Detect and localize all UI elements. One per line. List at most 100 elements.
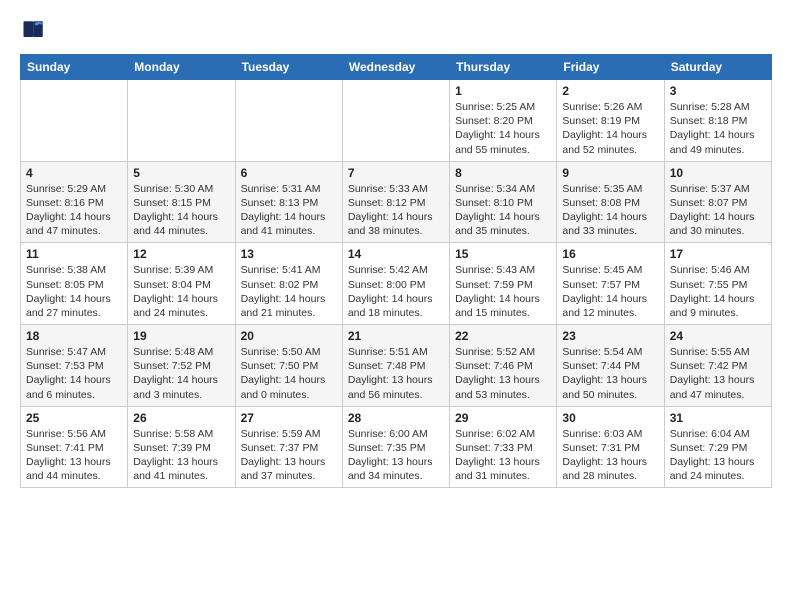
calendar-cell: 23 Sunrise: 5:54 AM Sunset: 7:44 PM Dayli… bbox=[557, 325, 664, 407]
calendar-cell: 21Sunrise: 5:51 AM Sunset: 7:48 PM Dayli… bbox=[342, 325, 449, 407]
day-number: 4 bbox=[26, 166, 122, 180]
day-of-week-row: SundayMondayTuesdayWednesdayThursdayFrid… bbox=[21, 55, 772, 80]
page: SundayMondayTuesdayWednesdayThursdayFrid… bbox=[0, 0, 792, 500]
week-row-1: 4Sunrise: 5:29 AM Sunset: 8:16 PM Daylig… bbox=[21, 161, 772, 243]
calendar-cell: 12 Sunrise: 5:39 AM Sunset: 8:04 PM Dayli… bbox=[128, 243, 235, 325]
day-of-week-friday: Friday bbox=[557, 55, 664, 80]
day-of-week-thursday: Thursday bbox=[450, 55, 557, 80]
day-info: Sunrise: 5:47 AM Sunset: 7:53 PM Dayligh… bbox=[26, 345, 122, 402]
day-number: 3 bbox=[670, 84, 766, 98]
day-number: 16 bbox=[562, 247, 658, 261]
day-info: Sunrise: 5:34 AM Sunset: 8:10 PM Dayligh… bbox=[455, 182, 551, 239]
day-info: Sunrise: 6:00 AM Sunset: 7:35 PM Dayligh… bbox=[348, 427, 444, 484]
day-of-week-wednesday: Wednesday bbox=[342, 55, 449, 80]
week-row-3: 18 Sunrise: 5:47 AM Sunset: 7:53 PM Dayli… bbox=[21, 325, 772, 407]
day-info: Sunrise: 5:51 AM Sunset: 7:48 PM Dayligh… bbox=[348, 345, 444, 402]
calendar-cell: 5Sunrise: 5:30 AM Sunset: 8:15 PM Daylig… bbox=[128, 161, 235, 243]
calendar-cell: 15 Sunrise: 5:43 AM Sunset: 7:59 PM Dayli… bbox=[450, 243, 557, 325]
day-info: Sunrise: 5:46 AM Sunset: 7:55 PM Dayligh… bbox=[670, 263, 766, 320]
day-info: Sunrise: 5:45 AM Sunset: 7:57 PM Dayligh… bbox=[562, 263, 658, 320]
day-info: Sunrise: 5:30 AM Sunset: 8:15 PM Dayligh… bbox=[133, 182, 229, 239]
day-info: Sunrise: 6:04 AM Sunset: 7:29 PM Dayligh… bbox=[670, 427, 766, 484]
week-row-4: 25 Sunrise: 5:56 AM Sunset: 7:41 PM Dayli… bbox=[21, 406, 772, 488]
day-info: Sunrise: 5:55 AM Sunset: 7:42 PM Dayligh… bbox=[670, 345, 766, 402]
day-number: 15 bbox=[455, 247, 551, 261]
day-info: Sunrise: 6:03 AM Sunset: 7:31 PM Dayligh… bbox=[562, 427, 658, 484]
day-of-week-sunday: Sunday bbox=[21, 55, 128, 80]
day-number: 22 bbox=[455, 329, 551, 343]
calendar-cell: 25 Sunrise: 5:56 AM Sunset: 7:41 PM Dayli… bbox=[21, 406, 128, 488]
day-info: Sunrise: 5:50 AM Sunset: 7:50 PM Dayligh… bbox=[241, 345, 337, 402]
logo bbox=[20, 16, 52, 44]
day-number: 30 bbox=[562, 411, 658, 425]
day-number: 7 bbox=[348, 166, 444, 180]
calendar-cell: 8 Sunrise: 5:34 AM Sunset: 8:10 PM Daylig… bbox=[450, 161, 557, 243]
day-number: 27 bbox=[241, 411, 337, 425]
day-number: 10 bbox=[670, 166, 766, 180]
calendar-cell bbox=[128, 80, 235, 162]
day-number: 29 bbox=[455, 411, 551, 425]
day-info: Sunrise: 5:33 AM Sunset: 8:12 PM Dayligh… bbox=[348, 182, 444, 239]
day-info: Sunrise: 5:52 AM Sunset: 7:46 PM Dayligh… bbox=[455, 345, 551, 402]
day-info: Sunrise: 5:42 AM Sunset: 8:00 PM Dayligh… bbox=[348, 263, 444, 320]
day-number: 19 bbox=[133, 329, 229, 343]
day-info: Sunrise: 5:31 AM Sunset: 8:13 PM Dayligh… bbox=[241, 182, 337, 239]
calendar-cell: 13Sunrise: 5:41 AM Sunset: 8:02 PM Dayli… bbox=[235, 243, 342, 325]
day-number: 24 bbox=[670, 329, 766, 343]
logo-icon bbox=[20, 16, 48, 44]
calendar-cell bbox=[21, 80, 128, 162]
day-info: Sunrise: 5:25 AM Sunset: 8:20 PM Dayligh… bbox=[455, 100, 551, 157]
day-number: 13 bbox=[241, 247, 337, 261]
day-number: 14 bbox=[348, 247, 444, 261]
day-number: 31 bbox=[670, 411, 766, 425]
calendar-cell: 24 Sunrise: 5:55 AM Sunset: 7:42 PM Dayli… bbox=[664, 325, 771, 407]
header bbox=[20, 16, 772, 44]
calendar-cell: 9 Sunrise: 5:35 AM Sunset: 8:08 PM Daylig… bbox=[557, 161, 664, 243]
calendar-cell: 14 Sunrise: 5:42 AM Sunset: 8:00 PM Dayli… bbox=[342, 243, 449, 325]
week-row-0: 1Sunrise: 5:25 AM Sunset: 8:20 PM Daylig… bbox=[21, 80, 772, 162]
day-number: 26 bbox=[133, 411, 229, 425]
day-number: 8 bbox=[455, 166, 551, 180]
day-number: 11 bbox=[26, 247, 122, 261]
calendar-cell: 18 Sunrise: 5:47 AM Sunset: 7:53 PM Dayli… bbox=[21, 325, 128, 407]
calendar-cell: 11 Sunrise: 5:38 AM Sunset: 8:05 PM Dayli… bbox=[21, 243, 128, 325]
calendar-cell: 19 Sunrise: 5:48 AM Sunset: 7:52 PM Dayli… bbox=[128, 325, 235, 407]
calendar-cell: 30 Sunrise: 6:03 AM Sunset: 7:31 PM Dayli… bbox=[557, 406, 664, 488]
day-number: 28 bbox=[348, 411, 444, 425]
day-info: Sunrise: 5:26 AM Sunset: 8:19 PM Dayligh… bbox=[562, 100, 658, 157]
calendar-cell: 6Sunrise: 5:31 AM Sunset: 8:13 PM Daylig… bbox=[235, 161, 342, 243]
day-number: 20 bbox=[241, 329, 337, 343]
calendar-cell: 29Sunrise: 6:02 AM Sunset: 7:33 PM Dayli… bbox=[450, 406, 557, 488]
calendar-cell bbox=[342, 80, 449, 162]
calendar-cell: 2 Sunrise: 5:26 AM Sunset: 8:19 PM Daylig… bbox=[557, 80, 664, 162]
calendar: SundayMondayTuesdayWednesdayThursdayFrid… bbox=[20, 54, 772, 488]
day-info: Sunrise: 5:54 AM Sunset: 7:44 PM Dayligh… bbox=[562, 345, 658, 402]
calendar-cell: 4Sunrise: 5:29 AM Sunset: 8:16 PM Daylig… bbox=[21, 161, 128, 243]
day-info: Sunrise: 5:39 AM Sunset: 8:04 PM Dayligh… bbox=[133, 263, 229, 320]
day-number: 12 bbox=[133, 247, 229, 261]
calendar-cell: 10 Sunrise: 5:37 AM Sunset: 8:07 PM Dayli… bbox=[664, 161, 771, 243]
day-number: 25 bbox=[26, 411, 122, 425]
day-number: 9 bbox=[562, 166, 658, 180]
day-number: 18 bbox=[26, 329, 122, 343]
day-info: Sunrise: 5:43 AM Sunset: 7:59 PM Dayligh… bbox=[455, 263, 551, 320]
calendar-cell: 28 Sunrise: 6:00 AM Sunset: 7:35 PM Dayli… bbox=[342, 406, 449, 488]
day-info: Sunrise: 5:38 AM Sunset: 8:05 PM Dayligh… bbox=[26, 263, 122, 320]
calendar-cell: 20 Sunrise: 5:50 AM Sunset: 7:50 PM Dayli… bbox=[235, 325, 342, 407]
day-of-week-tuesday: Tuesday bbox=[235, 55, 342, 80]
day-number: 23 bbox=[562, 329, 658, 343]
calendar-cell: 17Sunrise: 5:46 AM Sunset: 7:55 PM Dayli… bbox=[664, 243, 771, 325]
day-info: Sunrise: 5:48 AM Sunset: 7:52 PM Dayligh… bbox=[133, 345, 229, 402]
day-of-week-monday: Monday bbox=[128, 55, 235, 80]
day-info: Sunrise: 5:37 AM Sunset: 8:07 PM Dayligh… bbox=[670, 182, 766, 239]
day-info: Sunrise: 5:58 AM Sunset: 7:39 PM Dayligh… bbox=[133, 427, 229, 484]
day-info: Sunrise: 5:35 AM Sunset: 8:08 PM Dayligh… bbox=[562, 182, 658, 239]
calendar-cell: 27 Sunrise: 5:59 AM Sunset: 7:37 PM Dayli… bbox=[235, 406, 342, 488]
week-row-2: 11 Sunrise: 5:38 AM Sunset: 8:05 PM Dayli… bbox=[21, 243, 772, 325]
day-info: Sunrise: 5:56 AM Sunset: 7:41 PM Dayligh… bbox=[26, 427, 122, 484]
calendar-cell: 3Sunrise: 5:28 AM Sunset: 8:18 PM Daylig… bbox=[664, 80, 771, 162]
calendar-cell: 16 Sunrise: 5:45 AM Sunset: 7:57 PM Dayli… bbox=[557, 243, 664, 325]
day-number: 2 bbox=[562, 84, 658, 98]
day-info: Sunrise: 5:59 AM Sunset: 7:37 PM Dayligh… bbox=[241, 427, 337, 484]
calendar-cell: 7 Sunrise: 5:33 AM Sunset: 8:12 PM Daylig… bbox=[342, 161, 449, 243]
